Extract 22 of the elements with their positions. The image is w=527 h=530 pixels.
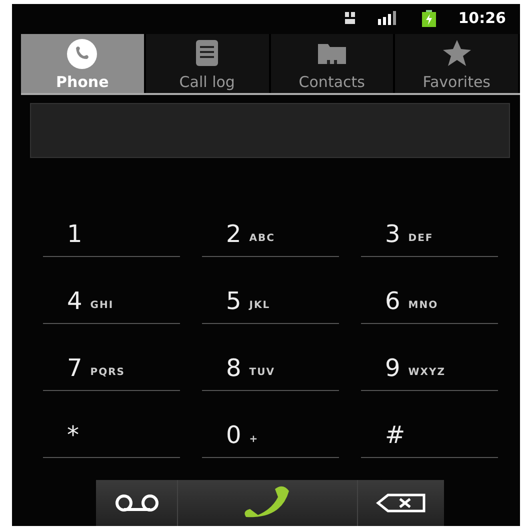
dial-key[interactable]: 0 + [202, 391, 339, 458]
dial-key[interactable]: # [361, 391, 498, 458]
dial-key[interactable]: 7 PQRS [43, 324, 180, 392]
dial-key[interactable]: 4 GHI [43, 257, 180, 324]
dial-key[interactable]: * [43, 391, 180, 458]
dial-key[interactable]: 1 [43, 190, 180, 258]
tab[interactable]: Favorites [395, 34, 520, 94]
number-field[interactable] [30, 103, 510, 158]
phone-icon [66, 38, 98, 70]
dial-key[interactable]: 9 WXYZ [361, 324, 498, 392]
dial-key[interactable]: 8 TUV [202, 324, 339, 392]
dial-key[interactable]: 6 MNO [361, 257, 498, 324]
network-icon [344, 11, 356, 26]
tab[interactable]: Contacts [270, 34, 396, 94]
dial-key[interactable]: 2 ABC [202, 190, 339, 258]
tab[interactable]: Call log [146, 34, 270, 94]
dial-key[interactable]: 3 DEF [361, 190, 498, 258]
clock-time: 10:26 [458, 8, 506, 29]
battery-icon [422, 10, 436, 27]
voicemail-icon [114, 494, 160, 512]
backspace-icon [376, 493, 426, 514]
dial-key[interactable]: 5 JKL [202, 257, 339, 324]
